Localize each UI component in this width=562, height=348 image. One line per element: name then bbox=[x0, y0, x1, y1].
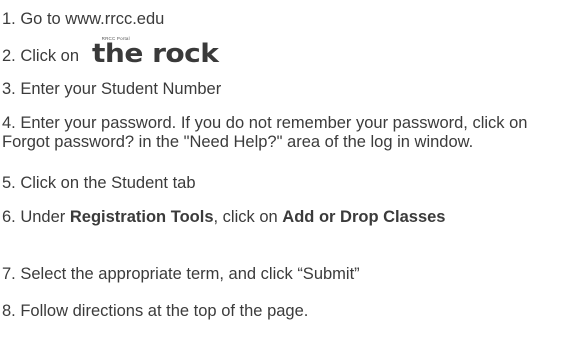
the-rock-logo[interactable]: RRCC Portal the rock bbox=[92, 36, 219, 68]
step-7: 7. Select the appropriate term, and clic… bbox=[2, 265, 360, 284]
step-4-text: 4. Enter your password. If you do not re… bbox=[2, 114, 528, 151]
step-6-mid: , click on bbox=[213, 208, 283, 226]
registration-tools-label: Registration Tools bbox=[69, 208, 214, 226]
step-6-prefix: 6. Under bbox=[2, 208, 70, 226]
step-8-text: 8. Follow directions at the top of the p… bbox=[2, 302, 309, 320]
step-4: 4. Enter your password. If you do not re… bbox=[2, 114, 558, 152]
logo-wordmark: the rock bbox=[91, 39, 219, 69]
step-5: 5. Click on the Student tab bbox=[2, 174, 196, 193]
step-8: 8. Follow directions at the top of the p… bbox=[2, 302, 308, 321]
step-2: 2. Click on RRCC Portal the rock bbox=[2, 36, 219, 68]
step-2-text: 2. Click on bbox=[2, 47, 80, 65]
step-6: 6. Under Registration Tools, click on Ad… bbox=[2, 208, 558, 227]
step-3: 3. Enter your Student Number bbox=[2, 80, 221, 99]
step-7-text: 7. Select the appropriate term, and clic… bbox=[2, 265, 360, 283]
step-3-text: 3. Enter your Student Number bbox=[2, 80, 222, 98]
step-1-text: 1. Go to www.rrcc.edu bbox=[2, 10, 165, 28]
add-drop-classes-label: Add or Drop Classes bbox=[282, 208, 446, 226]
step-1: 1. Go to www.rrcc.edu bbox=[2, 10, 164, 29]
step-5-text: 5. Click on the Student tab bbox=[2, 174, 196, 192]
